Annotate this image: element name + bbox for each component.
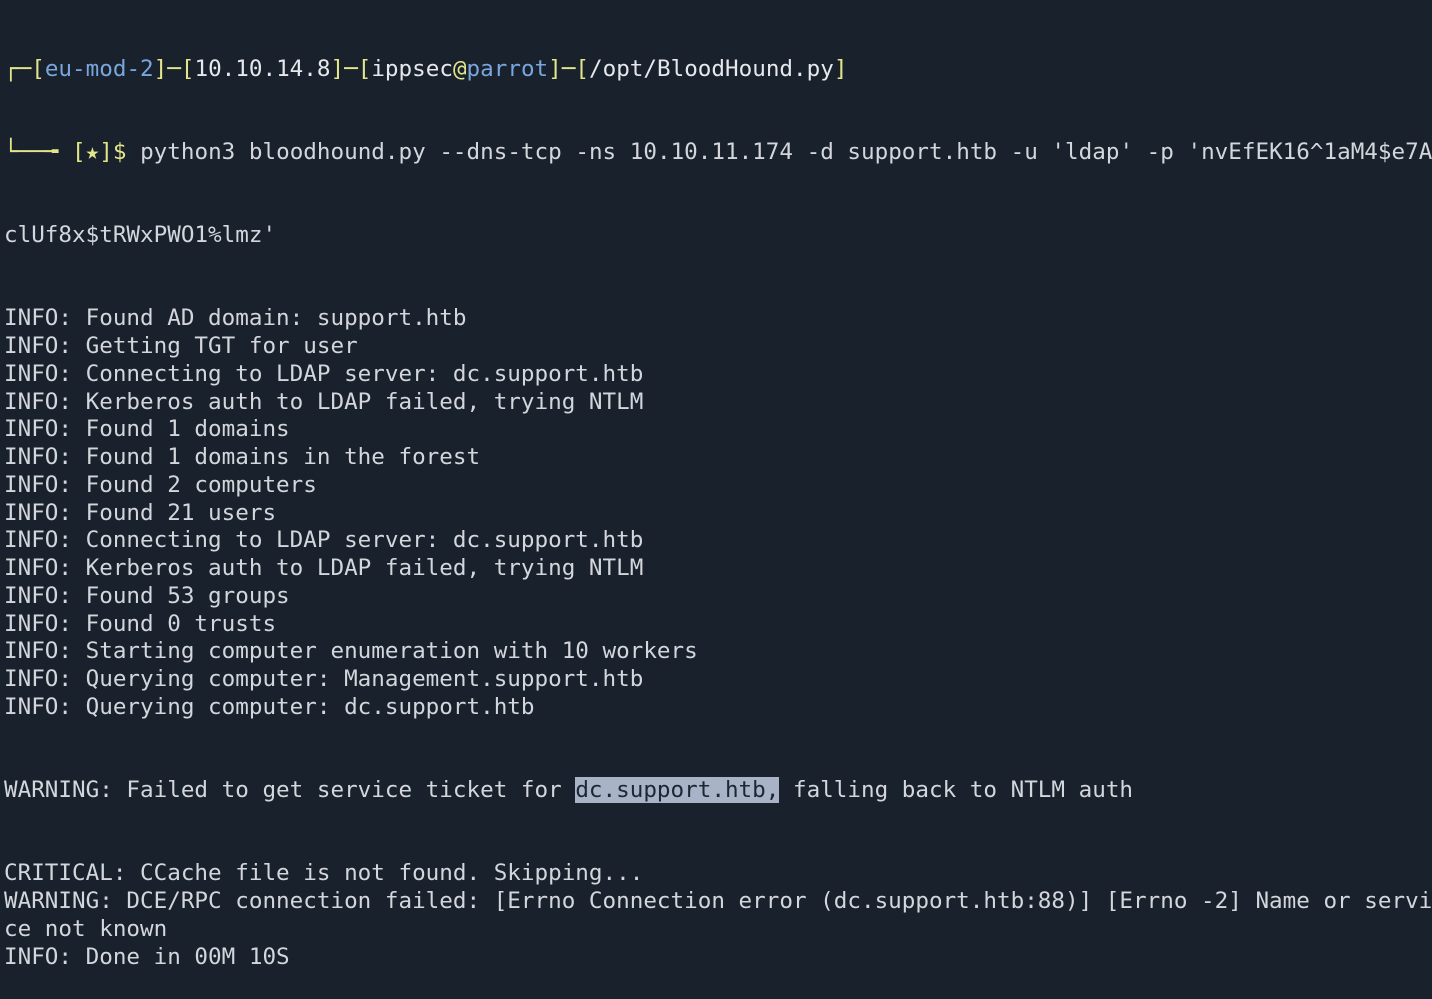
- output-line: INFO: Found 2 computers: [4, 471, 317, 498]
- output-line: INFO: Querying computer: dc.support.htb: [4, 693, 535, 720]
- output-line: INFO: Querying computer: Management.supp…: [4, 666, 644, 692]
- output-line: INFO: Found AD domain: support.htb: [4, 305, 467, 332]
- prompt-line: ┌─[eu-mod-2]─[10.10.14.8]─[ippsec@parrot…: [4, 55, 848, 82]
- output-line: ce not known: [4, 915, 168, 942]
- command-wrap: clUf8x$tRWxPWO1%lmz': [4, 222, 277, 248]
- prompt-cwd: /opt/BloodHound.py: [588, 55, 834, 82]
- output-line: INFO: Found 0 trusts: [4, 610, 277, 637]
- prompt-host: parrot: [466, 55, 549, 82]
- output-line: INFO: Found 21 users: [4, 499, 277, 526]
- command-line: └──╼ [★]$ python3 bloodhound.py --dns-tc…: [4, 138, 1432, 165]
- output-line: INFO: Kerberos auth to LDAP failed, tryi…: [4, 555, 644, 581]
- star-icon: ★: [85, 138, 100, 165]
- output-line: INFO: Connecting to LDAP server: dc.supp…: [4, 527, 644, 554]
- output-line: INFO: Getting TGT for user: [4, 333, 358, 359]
- command-text: python3 bloodhound.py --dns-tcp -ns 10.1…: [140, 138, 1432, 165]
- output-line: INFO: Starting computer enumeration with…: [4, 638, 698, 665]
- output-line: INFO: Kerberos auth to LDAP failed, tryi…: [4, 388, 644, 415]
- terminal-output[interactable]: ┌─[eu-mod-2]─[10.10.14.8]─[ippsec@parrot…: [4, 0, 1432, 999]
- warning-line: WARNING: Failed to get service ticket fo…: [4, 777, 1134, 803]
- output-line: CRITICAL: CCache file is not found. Skip…: [4, 860, 644, 887]
- text-selection[interactable]: dc.support.htb,: [575, 777, 780, 803]
- output-line: WARNING: DCE/RPC connection failed: [Err…: [4, 888, 1432, 914]
- prompt-ip: 10.10.14.8: [194, 55, 331, 82]
- output-line: INFO: Connecting to LDAP server: dc.supp…: [4, 360, 644, 387]
- output-line: INFO: Done in 00M 10S: [4, 943, 290, 970]
- prompt-box-top: ┌─: [4, 55, 32, 82]
- output-line: INFO: Found 53 groups: [4, 582, 290, 609]
- output-line: INFO: Found 1 domains: [4, 416, 290, 443]
- prompt-session: eu-mod-2: [44, 55, 154, 82]
- output-line: INFO: Found 1 domains in the forest: [4, 444, 481, 470]
- prompt-user: ippsec: [371, 55, 453, 82]
